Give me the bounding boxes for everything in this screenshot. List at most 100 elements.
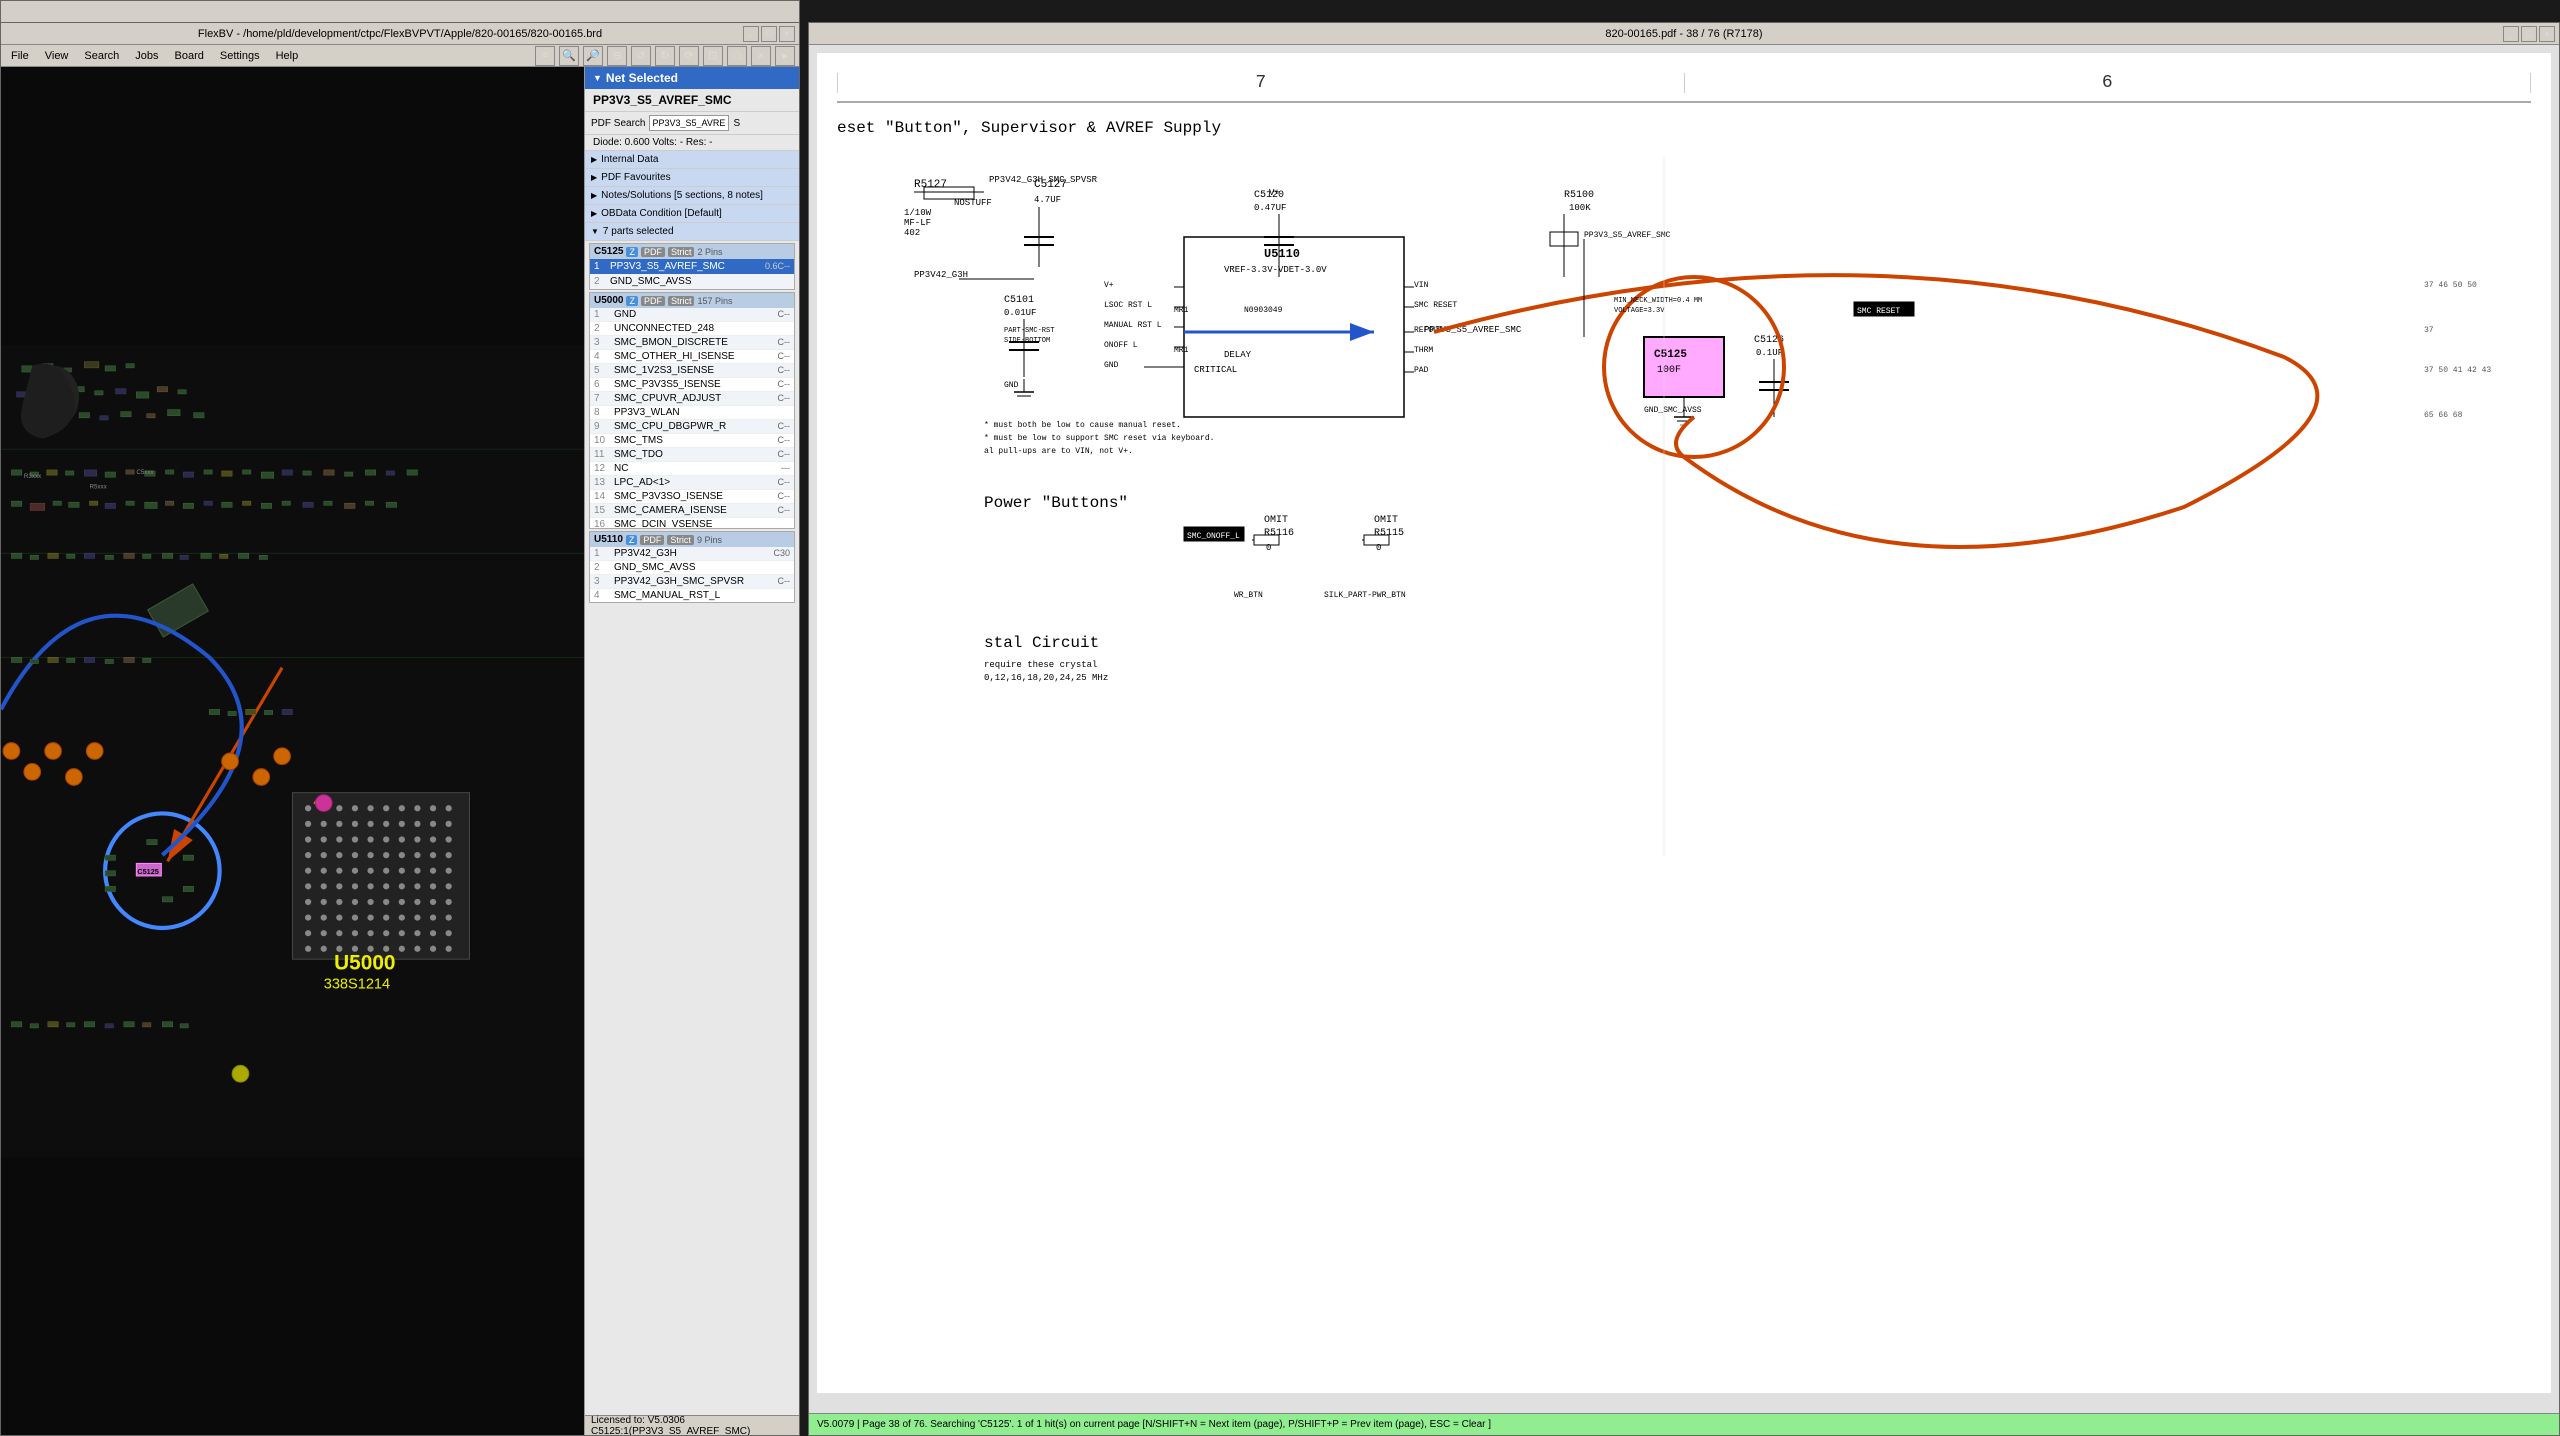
u5000-net-10[interactable]: 10SMC_TMSC-- [590, 434, 794, 448]
rotate-ccw-button[interactable]: ↺ [631, 46, 651, 66]
pdf-favourites-section[interactable]: ▶ PDF Favourites [585, 169, 799, 187]
u5000-net-5[interactable]: 5SMC_1V2S3_ISENSEC-- [590, 364, 794, 378]
c5125-header: C5125 Z PDF Strict 2 Pins [590, 244, 794, 259]
svg-text:MR1: MR1 [1174, 346, 1189, 355]
svg-text:C5125: C5125 [1654, 349, 1687, 361]
pdf-content: 7 6 eset "Button", Supervisor & AVREF Su… [809, 45, 2559, 1413]
u5000-pdf-tag[interactable]: PDF [641, 296, 665, 306]
svg-text:OMIT: OMIT [1264, 515, 1288, 526]
u5110-z-tag[interactable]: Z [626, 535, 638, 545]
notes-section[interactable]: ▶ Notes/Solutions [5 sections, 8 notes] [585, 187, 799, 205]
window-button[interactable]: □ [727, 46, 747, 66]
u5110-net-4[interactable]: 4SMC_MANUAL_RST_L [590, 589, 794, 602]
internal-data-section[interactable]: ▶ Internal Data [585, 151, 799, 169]
u5000-net-15[interactable]: 15SMC_CAMERA_ISENSEC-- [590, 504, 794, 518]
pdf-close-button[interactable]: × [2539, 26, 2555, 42]
svg-text:C5101: C5101 [1004, 295, 1034, 306]
pdf-title: 820-00165.pdf - 38 / 76 (R7178) [1605, 28, 1762, 40]
u5110-net-1[interactable]: 1PP3V42_G3HC30 [590, 547, 794, 561]
maximize-button[interactable]: □ [761, 26, 777, 42]
u5000-net-7[interactable]: 7SMC_CPUVR_ADJUSTC-- [590, 392, 794, 406]
c5125-net-row-1[interactable]: 1 PP3V3_S5_AVREF_SMC 0.6C-- [590, 259, 794, 274]
triangle-right-icon2: ▶ [591, 173, 597, 182]
parts-selected-label: 7 parts selected [603, 226, 674, 237]
c5125-pdf-tag[interactable]: PDF [641, 247, 665, 257]
svg-text:R5127: R5127 [914, 179, 947, 191]
c5125-strict-tag[interactable]: Strict [668, 247, 695, 257]
close-toolbar-button[interactable]: × [751, 46, 771, 66]
svg-text:C5125: C5125 [137, 867, 158, 876]
u5110-strict-tag[interactable]: Strict [667, 535, 694, 545]
pdf-maximize-button[interactable]: □ [2521, 26, 2537, 42]
pdf-search-row: PDF Search S [585, 112, 799, 135]
menu-view[interactable]: View [39, 48, 75, 64]
u5000-net-3[interactable]: 3SMC_BMON_DISCRETEC-- [590, 336, 794, 350]
svg-text:PP3V3_S5_AVREF_SMC: PP3V3_S5_AVREF_SMC [1584, 231, 1671, 240]
u5000-net-12[interactable]: 12NC--- [590, 462, 794, 476]
u5000-net-8[interactable]: 8PP3V3_WLAN [590, 406, 794, 420]
notes-label: Notes/Solutions [5 sections, 8 notes] [601, 190, 763, 201]
svg-text:100F: 100F [1657, 365, 1681, 376]
svg-text:CRITICAL: CRITICAL [1194, 365, 1237, 375]
refresh-button[interactable]: ⟳ [679, 46, 699, 66]
menu-board[interactable]: Board [169, 48, 210, 64]
minus-button[interactable]: ⊖ [607, 46, 627, 66]
parts-selected-header[interactable]: ▼ 7 parts selected [585, 223, 799, 241]
fit-button[interactable]: ⊡ [703, 46, 723, 66]
rotate-cw-button[interactable]: ↻ [655, 46, 675, 66]
svg-text:SILK_PART-PWR_BTN: SILK_PART-PWR_BTN [1324, 591, 1406, 600]
menu-search[interactable]: Search [78, 48, 125, 64]
pcb-canvas[interactable]: U5000 338S1214 41 C5125 [1, 67, 584, 1435]
svg-text:C5xxx: C5xxx [136, 469, 154, 476]
u5000-component-entry: U5000 Z PDF Strict 157 Pins 1GNDC-- [589, 292, 795, 529]
u5000-net-1[interactable]: 1GNDC-- [590, 308, 794, 322]
menu-help[interactable]: Help [270, 48, 305, 64]
u5110-ref[interactable]: U5110 [594, 534, 623, 545]
u5000-net-11[interactable]: 11SMC_TDOC-- [590, 448, 794, 462]
pdf-search-input[interactable] [649, 115, 729, 131]
u5110-header: U5110 Z PDF Strict 9 Pins [590, 532, 794, 547]
u5000-net-9[interactable]: 9SMC_CPU_DBGPWR_RC-- [590, 420, 794, 434]
u5000-net-6[interactable]: 6SMC_P3V3S5_ISENSEC-- [590, 378, 794, 392]
u5000-net-16[interactable]: 16SMC_DCIN_VSENSE [590, 518, 794, 528]
u5000-strict-tag[interactable]: Strict [668, 296, 695, 306]
zoom-out-button[interactable]: 🔎 [583, 46, 603, 66]
side-panel: ▼ Net Selected PP3V3_S5_AVREF_SMC PDF Se… [584, 67, 799, 1435]
u5000-pins: 157 Pins [697, 296, 732, 306]
c5125-net-row-2[interactable]: 2 GND_SMC_AVSS [590, 274, 794, 289]
menu-file[interactable]: File [5, 48, 35, 64]
u5000-net-13[interactable]: 13LPC_AD<1>C-- [590, 476, 794, 490]
u5000-net-14[interactable]: 14SMC_P3V3SO_ISENSEC-- [590, 490, 794, 504]
menu-settings[interactable]: Settings [214, 48, 266, 64]
svg-text:WR_BTN: WR_BTN [1234, 591, 1263, 600]
triangle-icon: ▼ [593, 73, 602, 83]
u5110-net-2[interactable]: 2GND_SMC_AVSS [590, 561, 794, 575]
pdf-col-header: 7 6 [837, 73, 2531, 103]
toolbar-expand-button[interactable]: ≡ [535, 46, 555, 66]
svg-text:DELAY: DELAY [1224, 350, 1252, 360]
u5110-net-3[interactable]: 3PP3V42_G3H_SMC_SPVSRC-- [590, 575, 794, 589]
svg-text:37 50 41 42 43: 37 50 41 42 43 [2424, 366, 2491, 375]
u5000-ref[interactable]: U5000 [594, 295, 623, 306]
svg-text:37 46 50 50: 37 46 50 50 [2424, 281, 2477, 290]
close-button[interactable]: × [779, 26, 795, 42]
svg-text:65 66 68: 65 66 68 [2424, 411, 2463, 420]
u5000-net-4[interactable]: 4SMC_OTHER_HI_ISENSEC-- [590, 350, 794, 364]
obdata-section[interactable]: ▶ OBData Condition [Default] [585, 205, 799, 223]
minimize-button[interactable]: _ [743, 26, 759, 42]
c5125-ref[interactable]: C5125 [594, 246, 623, 257]
svg-text:4.7UF: 4.7UF [1034, 195, 1061, 205]
panel-toggle-button[interactable]: ▸ [775, 46, 795, 66]
u5000-net-2[interactable]: 2UNCONNECTED_248 [590, 322, 794, 336]
u5110-pdf-tag[interactable]: PDF [640, 535, 664, 545]
pdf-minimize-button[interactable]: _ [2503, 26, 2519, 42]
svg-text:NOSTUFF: NOSTUFF [954, 198, 992, 208]
svg-text:require these crystal: require these crystal [984, 660, 1097, 670]
pcb-title: FlexBV - /home/pld/development/ctpc/Flex… [198, 28, 602, 40]
svg-text:R5100: R5100 [1564, 190, 1594, 201]
menu-jobs[interactable]: Jobs [129, 48, 164, 64]
c5125-z-tag[interactable]: Z [626, 247, 638, 257]
u5000-z-tag[interactable]: Z [626, 296, 638, 306]
zoom-in-button[interactable]: 🔍 [559, 46, 579, 66]
obdata-label: OBData Condition [Default] [601, 208, 722, 219]
